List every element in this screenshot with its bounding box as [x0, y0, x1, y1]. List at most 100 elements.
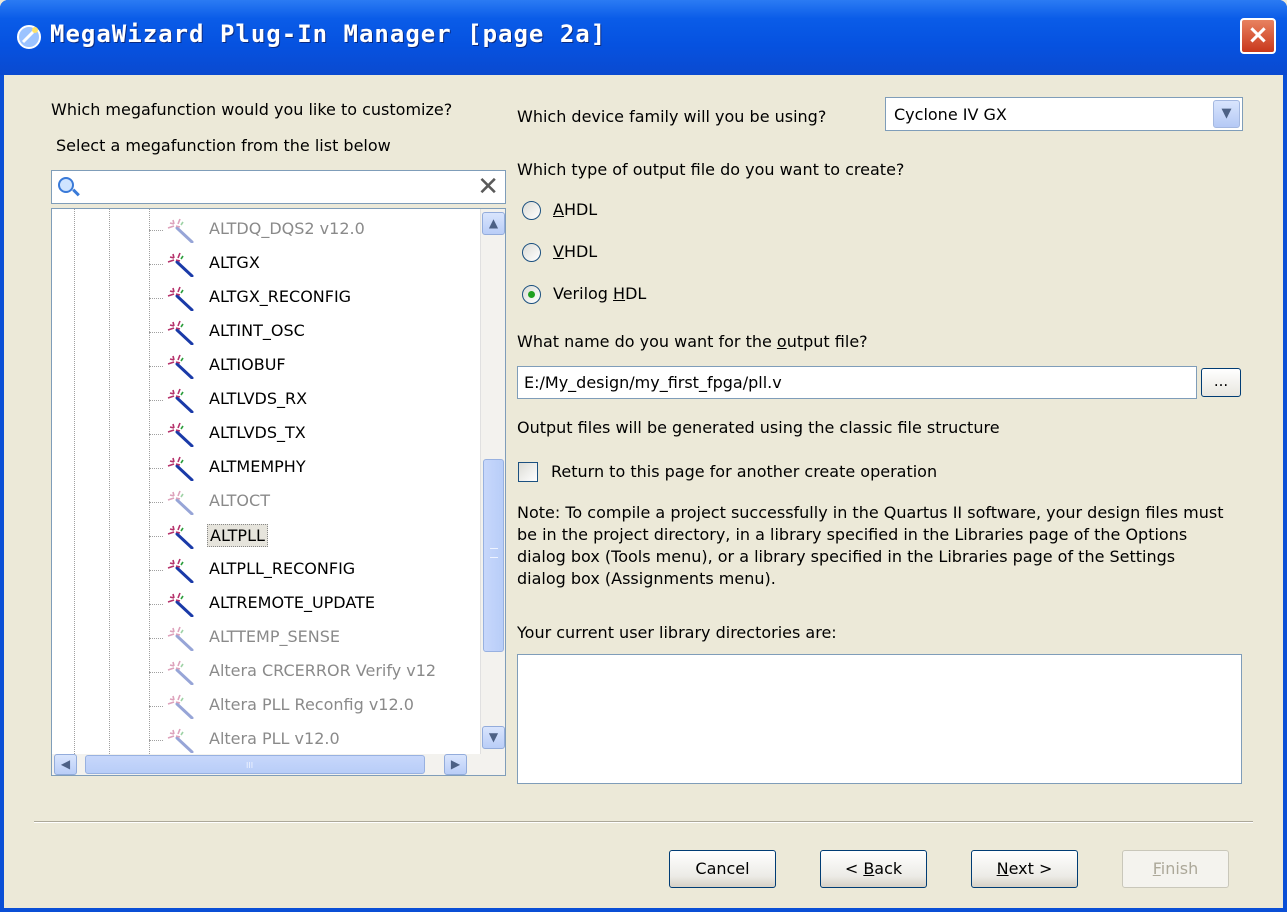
radio-vhdl-button[interactable] [522, 243, 541, 262]
tree-connector [149, 400, 163, 401]
close-button[interactable]: × [1240, 18, 1276, 54]
tree-item[interactable]: ALTINT_OSC [52, 315, 476, 349]
device-family-select[interactable]: Cyclone IV GX ▼ [885, 97, 1243, 131]
megafunction-tree[interactable]: ALTDQ_DQS2 v12.0 ALTGX ALTGX_RECONFIG ALTIN… [51, 208, 506, 776]
tree-item[interactable]: ALTREMOTE_UPDATE [52, 587, 476, 621]
tree-item-label[interactable]: ALTPLL_RECONFIG [207, 558, 357, 579]
scroll-grip-icon [490, 548, 498, 558]
horizontal-scroll-thumb[interactable]: III [85, 755, 425, 774]
megafunction-search-box[interactable]: ✕ [51, 170, 506, 204]
clear-search-icon[interactable]: ✕ [477, 172, 499, 202]
tree-connector [149, 468, 163, 469]
tree-item-label[interactable]: ALTGX_RECONFIG [207, 286, 353, 307]
return-checkbox-label[interactable]: Return to this page for another create o… [551, 462, 937, 481]
vertical-scroll-thumb[interactable] [483, 459, 504, 652]
magic-wand-icon [165, 557, 195, 584]
radio-ahdl-label[interactable]: AHDL [553, 200, 597, 219]
tree-item[interactable]: ALTMEMPHY [52, 451, 476, 485]
magic-wand-icon [165, 659, 195, 686]
tree-item-label[interactable]: ALTGX [207, 252, 262, 273]
magic-wand-icon [165, 591, 195, 618]
tree-item[interactable]: ALTPLL_RECONFIG [52, 553, 476, 587]
tree-item-label[interactable]: ALTOCT [207, 490, 272, 511]
tree-item-label[interactable]: ALTIOBUF [207, 354, 288, 375]
finish-button[interactable]: Finish [1122, 850, 1229, 888]
tree-item[interactable]: ALTPLL [52, 519, 476, 553]
tree-item[interactable]: ALTLVDS_TX [52, 417, 476, 451]
tree-item[interactable]: ALTGX [52, 247, 476, 281]
tree-item-label[interactable]: ALTMEMPHY [207, 456, 308, 477]
magic-wand-icon [165, 217, 195, 244]
tree-item-label[interactable]: ALTTEMP_SENSE [207, 626, 342, 647]
tree-item-label[interactable]: Altera PLL Reconfig v12.0 [207, 694, 416, 715]
magic-wand-icon [165, 251, 195, 278]
tree-item-label[interactable]: ALTREMOTE_UPDATE [207, 592, 377, 613]
browse-button[interactable]: ... [1201, 368, 1241, 397]
tree-item[interactable]: Altera PLL v12.0 [52, 723, 476, 757]
radio-verilog-button[interactable] [522, 285, 541, 304]
tree-connector [149, 502, 163, 503]
magic-wand-icon [165, 353, 195, 380]
radio-verilog-label[interactable]: Verilog HDL [553, 284, 646, 303]
tree-item-label[interactable]: ALTINT_OSC [207, 320, 307, 341]
tree-connector [149, 570, 163, 571]
tree-item[interactable]: Altera CRCERROR Verify v12 [52, 655, 476, 689]
device-family-value: Cyclone IV GX [894, 105, 1007, 124]
magic-wand-icon [165, 523, 195, 550]
chevron-down-icon[interactable]: ▼ [1213, 100, 1240, 128]
megafunction-question: Which megafunction would you like to cus… [51, 100, 453, 119]
tree-item-label[interactable]: ALTPLL [207, 524, 268, 547]
tree-item-label[interactable]: ALTDQ_DQS2 v12.0 [207, 218, 367, 239]
tree-connector [149, 332, 163, 333]
tree-item[interactable]: ALTLVDS_RX [52, 383, 476, 417]
megafunction-search-input[interactable] [82, 175, 466, 201]
tree-item[interactable]: ALTIOBUF [52, 349, 476, 383]
scroll-up-icon[interactable]: ▲ [482, 212, 505, 235]
compile-note: Note: To compile a project successfully … [517, 503, 1224, 588]
tree-item[interactable]: ALTDQ_DQS2 v12.0 [52, 213, 476, 247]
library-directories-label: Your current user library directories ar… [517, 623, 837, 642]
footer-divider [34, 821, 1253, 823]
tree-item[interactable]: ALTOCT [52, 485, 476, 519]
radio-vhdl-label[interactable]: VHDL [553, 242, 597, 261]
magic-wand-icon [165, 421, 195, 448]
scroll-right-icon[interactable]: ▶ [444, 754, 467, 775]
output-file-field[interactable]: E:/My_design/my_first_fpga/pll.v [517, 366, 1197, 399]
megafunction-instruction: Select a megafunction from the list belo… [56, 136, 391, 155]
tree-item[interactable]: ALTGX_RECONFIG [52, 281, 476, 315]
tree-connector [149, 638, 163, 639]
scroll-down-icon[interactable]: ▼ [482, 726, 505, 749]
tree-item-label[interactable]: Altera CRCERROR Verify v12 [207, 660, 438, 681]
window-title: MegaWizard Plug-In Manager [page 2a] [50, 20, 607, 48]
output-file-value[interactable]: E:/My_design/my_first_fpga/pll.v [524, 373, 782, 392]
scroll-left-icon[interactable]: ◀ [54, 754, 77, 775]
search-icon [58, 177, 74, 193]
magic-wand-icon [165, 285, 195, 312]
return-checkbox[interactable] [518, 462, 538, 482]
tree-vertical-scrollbar[interactable]: ▲ ▼ [480, 209, 505, 754]
tree-connector [149, 706, 163, 707]
megawizard-window: MegaWizard Plug-In Manager [page 2a] × W… [0, 0, 1287, 912]
tree-connector [149, 536, 163, 537]
back-button[interactable]: < Back [820, 850, 927, 888]
device-family-label: Which device family will you be using? [517, 107, 827, 126]
tree-connector [149, 298, 163, 299]
magic-wand-icon [165, 489, 195, 516]
title-bar[interactable]: MegaWizard Plug-In Manager [page 2a] × [0, 0, 1287, 75]
next-button[interactable]: Next > [971, 850, 1078, 888]
tree-connector [149, 230, 163, 231]
cancel-button[interactable]: Cancel [669, 850, 776, 888]
tree-item-label[interactable]: Altera PLL v12.0 [207, 728, 342, 749]
tree-item[interactable]: ALTTEMP_SENSE [52, 621, 476, 655]
library-directories-list[interactable] [517, 654, 1242, 784]
tree-horizontal-scrollbar[interactable]: ◀ III ▶ [52, 754, 505, 775]
tree-item-label[interactable]: ALTLVDS_RX [207, 388, 309, 409]
magic-wand-icon [165, 727, 195, 754]
scroll-grip-icon: III [246, 761, 254, 770]
magic-wand-icon [165, 387, 195, 414]
tree-item[interactable]: Altera PLL Reconfig v12.0 [52, 689, 476, 723]
tree-connector [149, 264, 163, 265]
tree-item-label[interactable]: ALTLVDS_TX [207, 422, 308, 443]
magic-wand-icon [165, 693, 195, 720]
radio-ahdl-button[interactable] [522, 201, 541, 220]
